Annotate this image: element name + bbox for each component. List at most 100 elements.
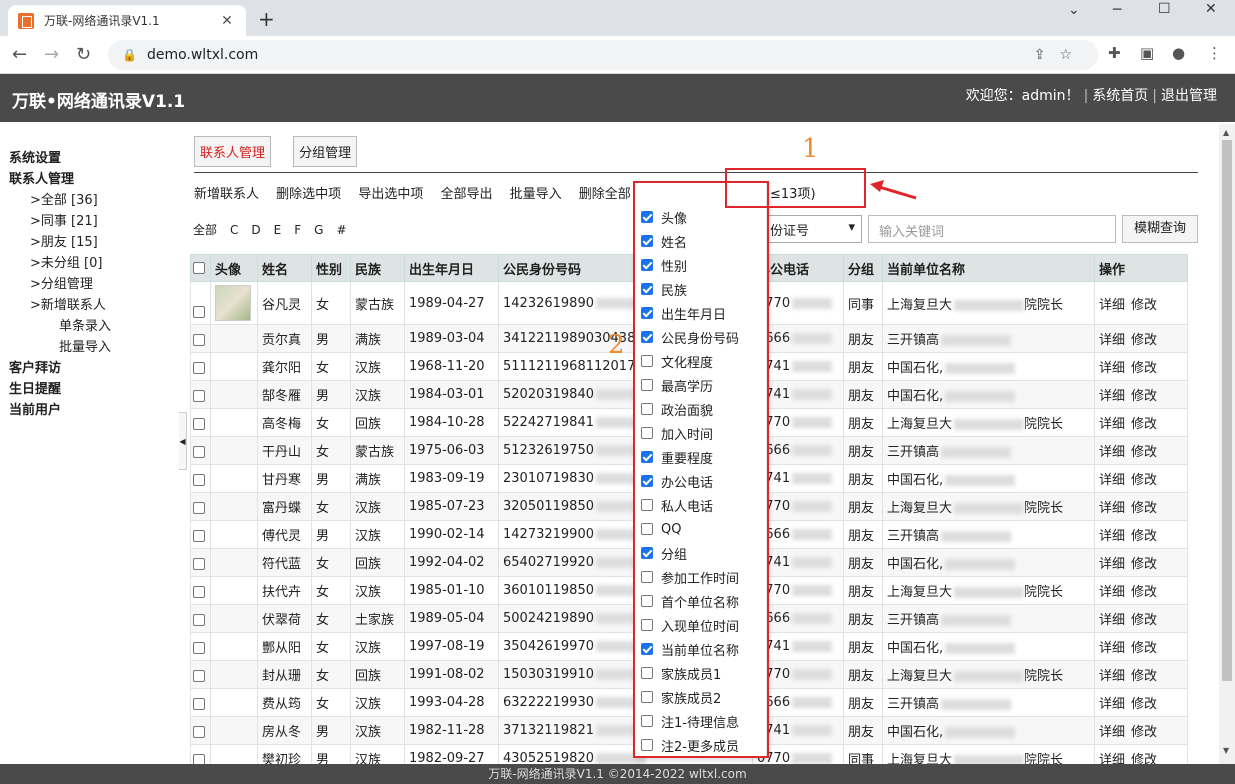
detail-link[interactable]: 详细: [1099, 529, 1125, 544]
sidebar-client-visit[interactable]: 客户拜访: [0, 358, 178, 379]
sidebar-item-friend[interactable]: >朋友 [15]: [0, 232, 178, 253]
edit-link[interactable]: 修改: [1131, 333, 1157, 348]
row-checkbox[interactable]: [193, 725, 205, 738]
row-checkbox[interactable]: [193, 613, 205, 626]
col-avatar[interactable]: 头像: [210, 254, 258, 282]
browser-tab[interactable]: 万联-网络通讯录V1.1 ✕: [8, 5, 246, 36]
col-birth[interactable]: 出生年月日: [404, 254, 499, 282]
col-group[interactable]: 分组: [843, 254, 883, 282]
row-checkbox[interactable]: [193, 557, 205, 570]
window-close-icon[interactable]: ✕: [1205, 1, 1217, 21]
row-checkbox[interactable]: [193, 445, 205, 458]
select-all-checkbox[interactable]: [193, 262, 205, 274]
detail-link[interactable]: 详细: [1099, 669, 1125, 684]
edit-link[interactable]: 修改: [1131, 753, 1157, 764]
sidebar-system-settings[interactable]: 系统设置: [0, 148, 178, 169]
sidebar-item-batch-import[interactable]: 批量导入: [0, 337, 178, 358]
home-link[interactable]: 系统首页: [1092, 88, 1148, 104]
letter-filter-item[interactable]: F: [294, 223, 301, 237]
share-bookmark-icons[interactable]: ⇪☆: [1034, 47, 1086, 63]
letter-filter-item[interactable]: C: [230, 223, 238, 237]
reload-icon[interactable]: ↻: [76, 44, 91, 65]
new-contact-link[interactable]: 新增联系人: [194, 187, 259, 202]
edit-link[interactable]: 修改: [1131, 298, 1157, 313]
sidebar-item-new-contact[interactable]: >新增联系人: [0, 295, 178, 316]
detail-link[interactable]: 详细: [1099, 753, 1125, 764]
edit-link[interactable]: 修改: [1131, 641, 1157, 656]
avatar[interactable]: [215, 285, 251, 321]
detail-link[interactable]: 详细: [1099, 473, 1125, 488]
detail-link[interactable]: 详细: [1099, 697, 1125, 712]
logout-link[interactable]: 退出管理: [1161, 88, 1217, 104]
row-checkbox[interactable]: [193, 501, 205, 514]
detail-link[interactable]: 详细: [1099, 725, 1125, 740]
row-checkbox[interactable]: [193, 753, 205, 764]
sidebar-item-all[interactable]: >全部 [36]: [0, 190, 178, 211]
edit-link[interactable]: 修改: [1131, 417, 1157, 432]
letter-filter-item[interactable]: D: [251, 223, 260, 237]
close-tab-icon[interactable]: ✕: [218, 13, 236, 29]
letter-filter-item[interactable]: #: [336, 223, 346, 237]
edit-link[interactable]: 修改: [1131, 585, 1157, 600]
search-button[interactable]: 模糊查询: [1122, 215, 1198, 243]
col-unit[interactable]: 当前单位名称: [882, 254, 1095, 282]
forward-icon[interactable]: →: [44, 44, 59, 65]
row-checkbox[interactable]: [193, 473, 205, 486]
row-checkbox[interactable]: [193, 585, 205, 598]
edit-link[interactable]: 修改: [1131, 697, 1157, 712]
edit-link[interactable]: 修改: [1131, 725, 1157, 740]
detail-link[interactable]: 详细: [1099, 585, 1125, 600]
edit-link[interactable]: 修改: [1131, 669, 1157, 684]
scroll-thumb[interactable]: [1222, 140, 1232, 681]
scroll-up-icon[interactable]: ▲: [1223, 128, 1229, 137]
detail-link[interactable]: 详细: [1099, 445, 1125, 460]
new-tab-icon[interactable]: +: [258, 7, 275, 31]
tab-contacts[interactable]: 联系人管理: [194, 136, 272, 167]
maximize-icon[interactable]: ☐: [1158, 1, 1171, 21]
sidebar-item-group-mgmt[interactable]: >分组管理: [0, 274, 178, 295]
extensions-icon[interactable]: ✚: [1108, 44, 1121, 62]
sidebar-birthday[interactable]: 生日提醒: [0, 379, 178, 400]
side-panel-icon[interactable]: ▣: [1140, 44, 1154, 62]
row-checkbox[interactable]: [193, 417, 205, 430]
edit-link[interactable]: 修改: [1131, 557, 1157, 572]
tab-groups[interactable]: 分组管理: [293, 136, 358, 167]
detail-link[interactable]: 详细: [1099, 389, 1125, 404]
row-checkbox[interactable]: [193, 389, 205, 402]
letter-filter-item[interactable]: 全部: [193, 223, 217, 237]
letter-filter-item[interactable]: G: [314, 223, 323, 237]
tab-search-icon[interactable]: ⌄: [1068, 2, 1080, 22]
row-checkbox[interactable]: [193, 361, 205, 374]
edit-link[interactable]: 修改: [1131, 361, 1157, 376]
edit-link[interactable]: 修改: [1131, 473, 1157, 488]
sidebar-current-user[interactable]: 当前用户: [0, 400, 178, 421]
delete-selected-link[interactable]: 删除选中项: [276, 187, 341, 202]
detail-link[interactable]: 详细: [1099, 298, 1125, 313]
export-all-link[interactable]: 全部导出: [440, 187, 492, 202]
col-nation[interactable]: 民族: [350, 254, 405, 282]
detail-link[interactable]: 详细: [1099, 361, 1125, 376]
browser-menu-icon[interactable]: ⋮: [1207, 44, 1222, 62]
col-sex[interactable]: 性别: [311, 254, 351, 282]
minimize-icon[interactable]: ─: [1113, 2, 1121, 22]
edit-link[interactable]: 修改: [1131, 613, 1157, 628]
sidebar-item-colleague[interactable]: >同事 [21]: [0, 211, 178, 232]
page-scrollbar[interactable]: ▲ ▼: [1219, 124, 1235, 764]
back-icon[interactable]: ←: [12, 44, 27, 65]
row-checkbox[interactable]: [193, 333, 205, 346]
sidebar-item-ungrouped[interactable]: >未分组 [0]: [0, 253, 178, 274]
edit-link[interactable]: 修改: [1131, 501, 1157, 516]
detail-link[interactable]: 详细: [1099, 417, 1125, 432]
sidebar-contact-mgmt[interactable]: 联系人管理: [0, 169, 178, 190]
detail-link[interactable]: 详细: [1099, 613, 1125, 628]
scroll-down-icon[interactable]: ▼: [1223, 746, 1229, 755]
profile-icon[interactable]: ●: [1172, 44, 1185, 62]
url-field[interactable]: 🔒 demo.wltxl.com ⇪☆: [108, 40, 1098, 70]
row-checkbox[interactable]: [193, 641, 205, 654]
detail-link[interactable]: 详细: [1099, 557, 1125, 572]
search-input[interactable]: 输入关键词: [868, 215, 1116, 243]
sidebar-item-single-entry[interactable]: 单条录入: [0, 316, 178, 337]
col-name[interactable]: 姓名: [257, 254, 312, 282]
batch-import-link[interactable]: 批量导入: [510, 187, 562, 202]
edit-link[interactable]: 修改: [1131, 445, 1157, 460]
